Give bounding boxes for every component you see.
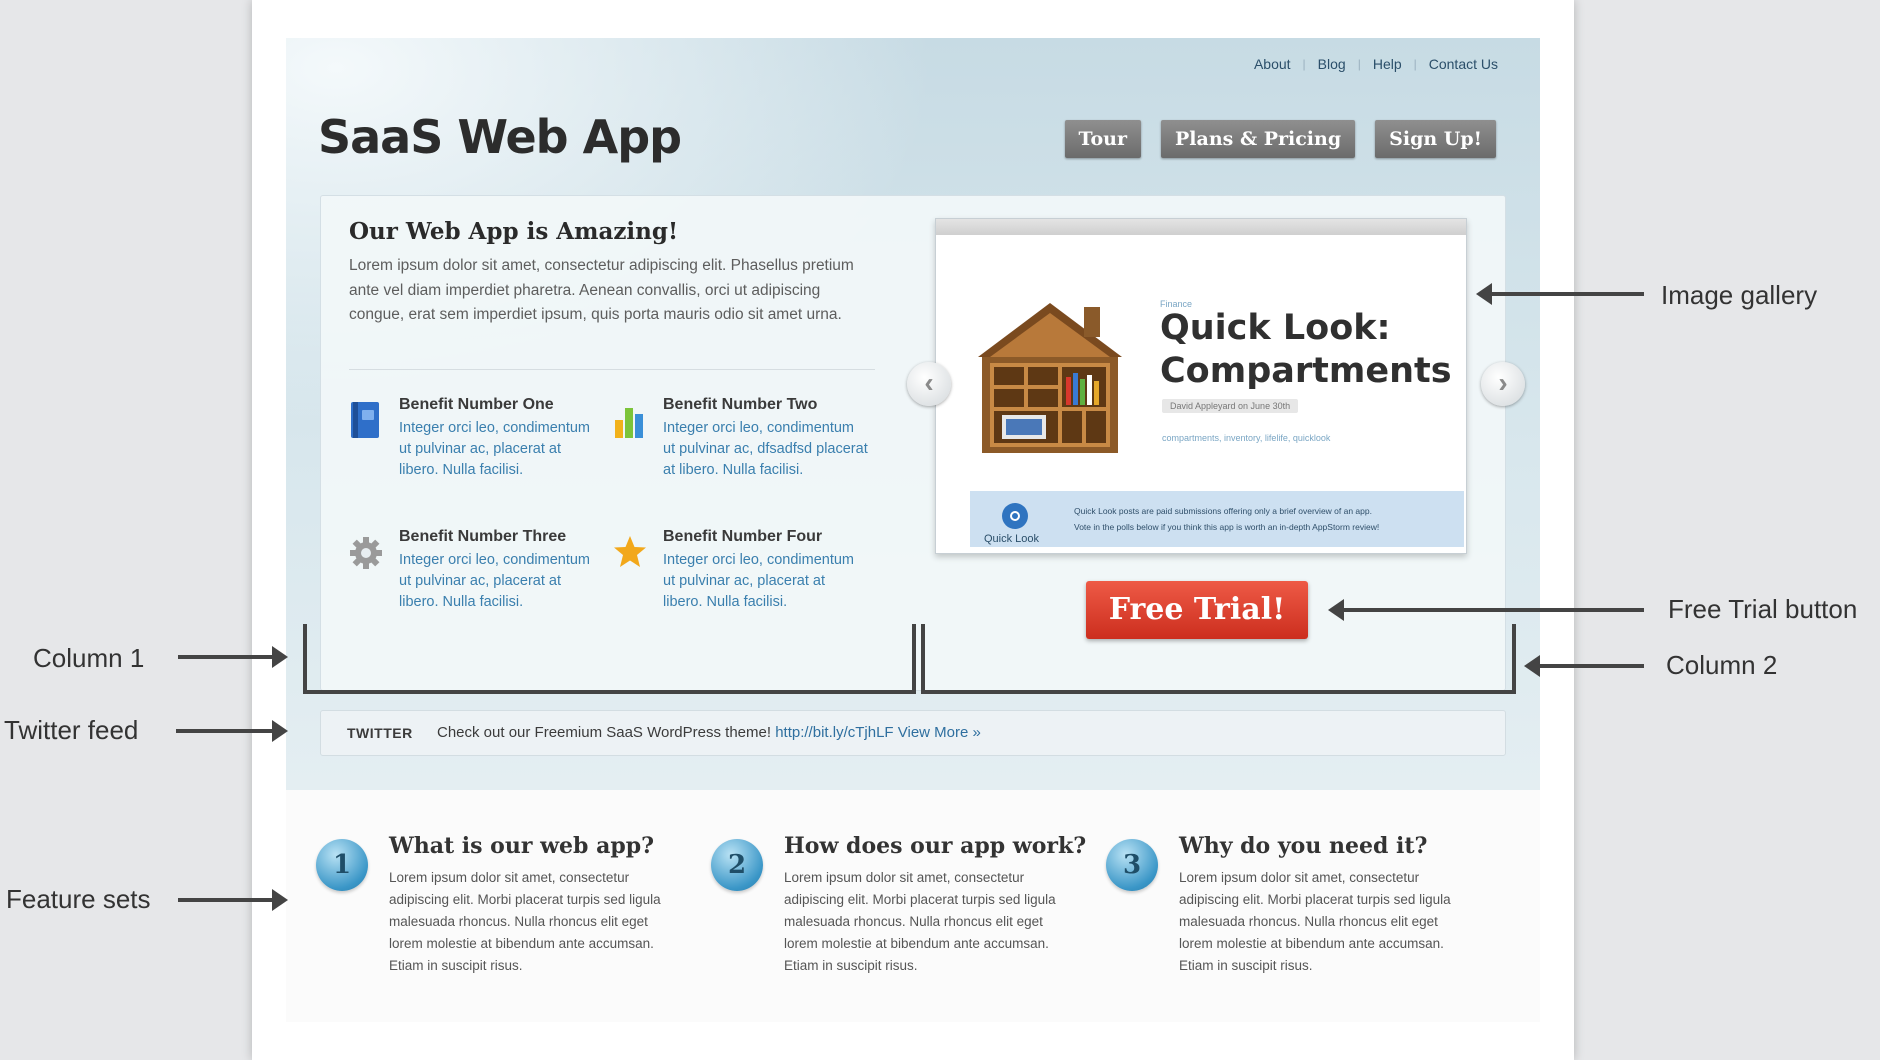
feature-number-badge: 1	[316, 839, 368, 891]
benefit-text: Integer orci leo, condimentum ut pulvina…	[663, 552, 855, 610]
star-icon	[614, 536, 646, 567]
gallery-title-line: Quick Look:	[1160, 308, 1391, 348]
main-nav: Tour Plans & Pricing Sign Up!	[1064, 120, 1496, 158]
benefit-text: Integer orci leo, condimentum ut pulvina…	[399, 420, 591, 478]
intro-text: Lorem ipsum dolor sit amet, consectetur …	[349, 257, 854, 323]
view-more-link[interactable]: View More »	[898, 724, 981, 741]
gallery-prev-button[interactable]: ‹	[907, 362, 951, 406]
feature-text: Lorem ipsum dolor sit amet, consectetur …	[1179, 870, 1451, 973]
sign-up-button[interactable]: Sign Up!	[1375, 120, 1496, 158]
gear-icon	[350, 537, 382, 569]
gallery-meta: David Appleyard on June 30th	[1162, 399, 1299, 413]
nav-separator: |	[1413, 57, 1417, 71]
arrow-icon	[1328, 599, 1644, 621]
annotation-image-gallery: Image gallery	[1661, 280, 1818, 310]
top-nav-help[interactable]: Help	[1373, 56, 1402, 72]
gallery-info-strip: Quick Look Quick Look posts are paid sub…	[970, 491, 1464, 547]
arrow-icon	[1524, 655, 1644, 677]
quick-look-icon	[1002, 503, 1028, 529]
twitter-label: TWITTER	[347, 725, 413, 741]
top-nav: About | Blog | Help | Contact Us	[1254, 56, 1498, 72]
feature-title: Why do you need it?	[1179, 833, 1428, 859]
compartments-app-icon	[978, 303, 1122, 453]
arrow-icon	[178, 646, 288, 668]
top-nav-about[interactable]: About	[1254, 56, 1291, 72]
website-mockup: About | Blog | Help | Contact Us SaaS We…	[286, 38, 1540, 1022]
benefit-title: Benefit Number Four	[663, 528, 823, 545]
feature-title: How does our app work?	[784, 833, 1087, 859]
feature-set: 1 What is our web app? Lorem ipsum dolor…	[316, 833, 696, 1003]
arrow-icon	[1476, 283, 1644, 305]
feature-title: What is our web app?	[389, 833, 654, 859]
feature-text: Lorem ipsum dolor sit amet, consectetur …	[784, 870, 1056, 973]
top-nav-contact[interactable]: Contact Us	[1429, 56, 1498, 72]
benefit-title: Benefit Number Two	[663, 396, 818, 413]
tour-button[interactable]: Tour	[1064, 120, 1142, 158]
intro-title: Our Web App is Amazing!	[349, 218, 679, 245]
tweet-text: Check out our Freemium SaaS WordPress th…	[437, 724, 772, 741]
twitter-message: Check out our Freemium SaaS WordPress th…	[437, 711, 981, 755]
annotation-column-2: Column 2	[1666, 650, 1778, 680]
gallery-strip-text: Quick Look posts are paid submissions of…	[1074, 503, 1464, 535]
divider	[349, 369, 875, 370]
gallery-top-bar	[936, 219, 1466, 235]
arrow-icon	[176, 720, 288, 742]
annotation-twitter-feed: Twitter feed	[4, 715, 139, 745]
gallery-next-button[interactable]: ›	[1481, 362, 1525, 406]
strip-text-line: Quick Look posts are paid submissions of…	[1074, 506, 1372, 516]
quick-look-label: Quick Look	[984, 533, 1040, 545]
twitter-feed: TWITTER Check out our Freemium SaaS Word…	[320, 710, 1506, 756]
plans-pricing-button[interactable]: Plans & Pricing	[1161, 120, 1356, 158]
gallery-tags: compartments, inventory, lifelife, quick…	[1162, 433, 1331, 443]
annotation-free-trial-button: Free Trial button	[1668, 594, 1858, 624]
image-gallery[interactable]: Finance Quick Look: Compartments David A…	[935, 218, 1467, 554]
book-icon	[351, 402, 379, 438]
feature-text: Lorem ipsum dolor sit amet, consectetur …	[389, 870, 661, 973]
column-1-bracket	[303, 624, 916, 694]
benefit-title: Benefit Number Three	[399, 528, 567, 545]
column-2-bracket	[921, 624, 1516, 694]
arrow-icon	[178, 889, 288, 911]
feature-set: 2 How does our app work? Lorem ipsum dol…	[711, 833, 1091, 1003]
annotation-feature-sets: Feature sets	[6, 884, 151, 914]
benefit-text: Integer orci leo, condimentum ut pulvina…	[663, 420, 868, 478]
annotation-column-1: Column 1	[33, 643, 145, 673]
top-nav-blog[interactable]: Blog	[1318, 56, 1346, 72]
feature-number-badge: 3	[1106, 839, 1158, 891]
site-logo[interactable]: SaaS Web App	[318, 110, 682, 164]
nav-separator: |	[1357, 57, 1361, 71]
feature-number-badge: 2	[711, 839, 763, 891]
tweet-link[interactable]: http://bit.ly/cTjhLF	[775, 724, 893, 741]
gallery-title: Quick Look: Compartments	[1160, 307, 1452, 393]
benefit-title: Benefit Number One	[399, 396, 554, 413]
nav-separator: |	[1302, 57, 1306, 71]
feature-set: 3 Why do you need it? Lorem ipsum dolor …	[1106, 833, 1486, 1003]
bar-chart-icon	[615, 408, 643, 438]
gallery-title-line: Compartments	[1160, 351, 1452, 391]
benefit-text: Integer orci leo, condimentum ut pulvina…	[399, 552, 591, 610]
strip-text-line: Vote in the polls below if you think thi…	[1074, 522, 1380, 532]
